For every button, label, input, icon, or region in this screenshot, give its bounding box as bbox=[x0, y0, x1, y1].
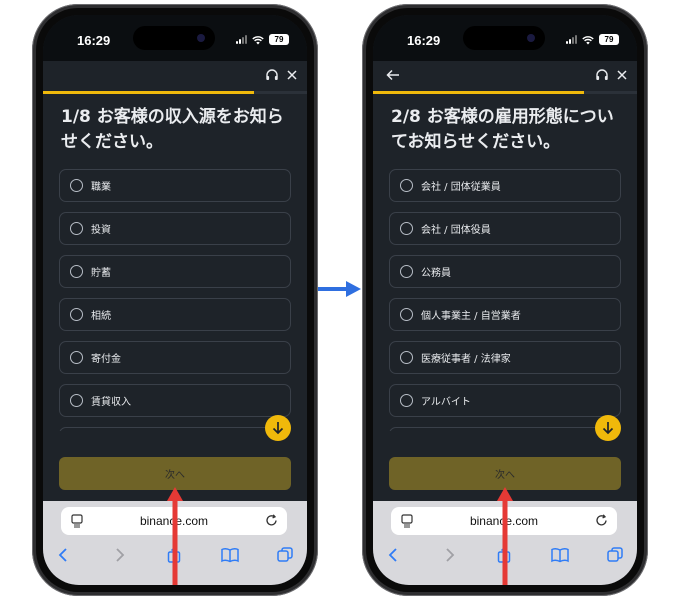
wifi-icon bbox=[252, 35, 264, 44]
top-bar bbox=[373, 61, 637, 91]
question-title: 2/8 お客様の雇用形態についてお知らせください。 bbox=[391, 107, 614, 152]
back-arrow-icon[interactable] bbox=[385, 67, 401, 83]
reload-icon[interactable] bbox=[265, 514, 278, 527]
dynamic-island bbox=[463, 26, 545, 50]
chevron-left-icon[interactable] bbox=[57, 547, 69, 563]
radio-icon[interactable] bbox=[70, 179, 83, 192]
option-label: 会社 / 団体役員 bbox=[421, 225, 491, 236]
option-item[interactable]: 公務員 bbox=[389, 255, 621, 288]
progress-bar bbox=[373, 91, 637, 94]
radio-icon[interactable] bbox=[70, 308, 83, 321]
status-bar: 16:29 79 bbox=[373, 15, 637, 61]
status-icons: 79 bbox=[236, 34, 289, 45]
wifi-icon bbox=[582, 35, 594, 44]
phone-screen-1: 16:29 79 1/8 お客様の収入源をお知らせください。 職業 投資 貯蓄 … bbox=[32, 4, 318, 596]
phone-screen-2: 16:29 79 2/8 お客様の雇用形態についてお知らせください。 会社 / … bbox=[362, 4, 648, 596]
scroll-down-button[interactable] bbox=[265, 415, 291, 441]
status-time: 16:29 bbox=[77, 33, 111, 48]
option-item[interactable]: 職業 bbox=[59, 169, 291, 202]
progress-bar bbox=[43, 91, 307, 94]
signal-icon bbox=[236, 35, 247, 44]
option-label: 貯蓄 bbox=[91, 268, 111, 279]
options-list: 会社 / 団体従業員 会社 / 団体役員 公務員 個人事業主 / 自営業者 医療… bbox=[389, 169, 621, 431]
option-label: 会社 / 団体従業員 bbox=[421, 182, 501, 193]
tabs-icon[interactable] bbox=[607, 547, 623, 563]
close-icon[interactable] bbox=[285, 67, 299, 83]
radio-icon[interactable] bbox=[400, 222, 413, 235]
option-label: 公務員 bbox=[421, 268, 451, 279]
scroll-down-button[interactable] bbox=[595, 415, 621, 441]
dynamic-island bbox=[133, 26, 215, 50]
option-label: 個人事業主 / 自営業者 bbox=[421, 311, 521, 322]
option-item-partial[interactable] bbox=[389, 427, 621, 431]
option-label: アルバイト bbox=[421, 397, 471, 408]
app-screen: 16:29 79 1/8 お客様の収入源をお知らせください。 職業 投資 貯蓄 … bbox=[43, 15, 307, 585]
radio-icon[interactable] bbox=[70, 394, 83, 407]
option-item[interactable]: 個人事業主 / 自営業者 bbox=[389, 298, 621, 331]
signal-icon bbox=[566, 35, 577, 44]
annotation-arrow-up bbox=[167, 487, 183, 585]
phone-bezel: 16:29 79 1/8 お客様の収入源をお知らせください。 職業 投資 貯蓄 … bbox=[36, 8, 314, 592]
option-label: 賃貸収入 bbox=[91, 397, 131, 408]
radio-icon[interactable] bbox=[400, 394, 413, 407]
option-item[interactable]: 相続 bbox=[59, 298, 291, 331]
headset-icon[interactable] bbox=[595, 68, 609, 82]
options-list: 職業 投資 貯蓄 相続 寄付金 賃貸収入 bbox=[59, 169, 291, 431]
headset-icon[interactable] bbox=[265, 68, 279, 82]
radio-icon[interactable] bbox=[70, 265, 83, 278]
option-label: 投資 bbox=[91, 225, 111, 236]
arrow-down-icon bbox=[272, 422, 284, 435]
chevron-right-icon bbox=[116, 548, 125, 562]
book-icon[interactable] bbox=[551, 547, 569, 563]
arrow-down-icon bbox=[602, 422, 614, 435]
radio-icon[interactable] bbox=[400, 308, 413, 321]
option-label: 相続 bbox=[91, 311, 111, 322]
chevron-left-icon[interactable] bbox=[387, 547, 399, 563]
status-time: 16:29 bbox=[407, 33, 441, 48]
top-bar bbox=[43, 61, 307, 91]
option-item[interactable]: 会社 / 団体役員 bbox=[389, 212, 621, 245]
status-icons: 79 bbox=[566, 34, 619, 45]
option-item[interactable]: 会社 / 団体従業員 bbox=[389, 169, 621, 202]
book-icon[interactable] bbox=[221, 547, 239, 563]
tabs-icon[interactable] bbox=[277, 547, 293, 563]
annotation-arrow-up bbox=[497, 487, 513, 585]
battery-icon: 79 bbox=[599, 34, 619, 45]
app-screen: 16:29 79 2/8 お客様の雇用形態についてお知らせください。 会社 / … bbox=[373, 15, 637, 585]
question-title: 1/8 お客様の収入源をお知らせください。 bbox=[61, 107, 284, 152]
radio-icon[interactable] bbox=[400, 351, 413, 364]
radio-icon[interactable] bbox=[400, 265, 413, 278]
option-item-partial[interactable] bbox=[59, 427, 291, 431]
option-item[interactable]: 寄付金 bbox=[59, 341, 291, 374]
option-item[interactable]: アルバイト bbox=[389, 384, 621, 417]
reload-icon[interactable] bbox=[595, 514, 608, 527]
option-item[interactable]: 賃貸収入 bbox=[59, 384, 291, 417]
flow-arrow-right bbox=[318, 281, 361, 297]
option-label: 医療従事者 / 法律家 bbox=[421, 354, 511, 365]
option-label: 寄付金 bbox=[91, 354, 121, 365]
radio-icon[interactable] bbox=[400, 179, 413, 192]
status-bar: 16:29 79 bbox=[43, 15, 307, 61]
phone-bezel: 16:29 79 2/8 お客様の雇用形態についてお知らせください。 会社 / … bbox=[366, 8, 644, 592]
chevron-right-icon bbox=[446, 548, 455, 562]
option-item[interactable]: 医療従事者 / 法律家 bbox=[389, 341, 621, 374]
option-label: 職業 bbox=[91, 182, 111, 193]
option-item[interactable]: 投資 bbox=[59, 212, 291, 245]
progress-fill bbox=[43, 91, 255, 94]
close-icon[interactable] bbox=[615, 67, 629, 83]
battery-icon: 79 bbox=[269, 34, 289, 45]
progress-fill bbox=[373, 91, 585, 94]
radio-icon[interactable] bbox=[70, 351, 83, 364]
radio-icon[interactable] bbox=[70, 222, 83, 235]
option-item[interactable]: 貯蓄 bbox=[59, 255, 291, 288]
